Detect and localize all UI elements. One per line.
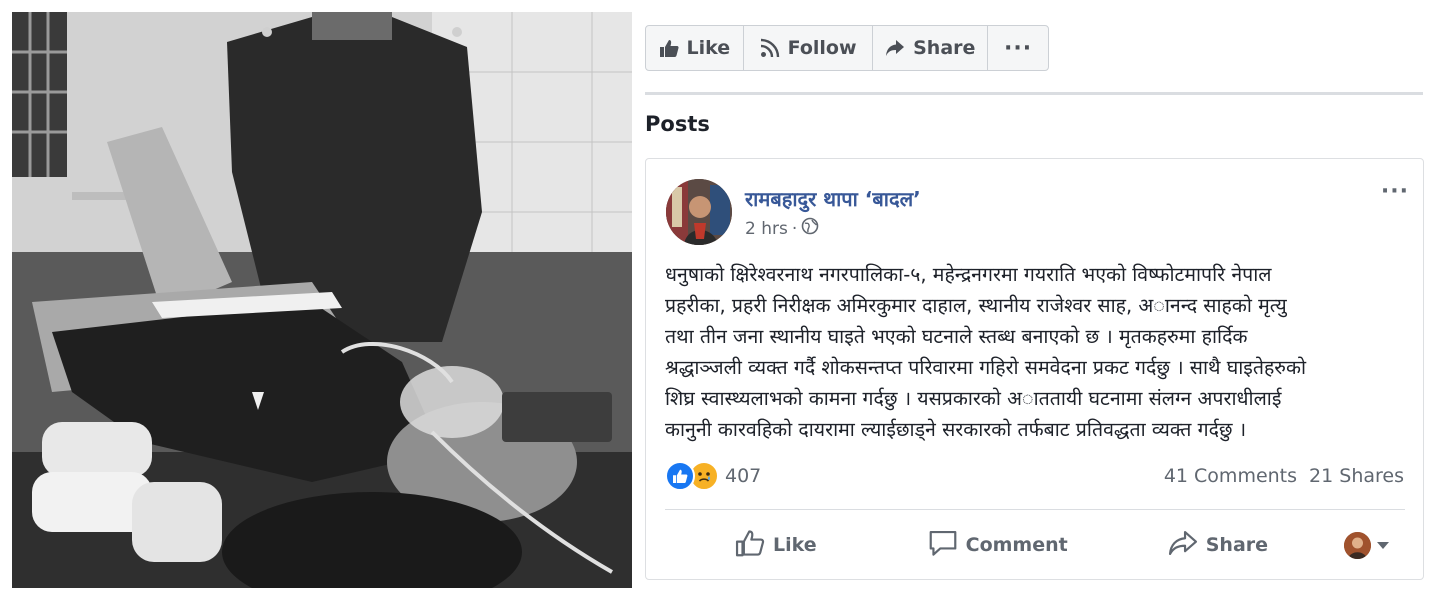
post-options-button[interactable]: ··· bbox=[1381, 179, 1409, 204]
share-arrow-icon bbox=[885, 39, 905, 57]
like-reaction-icon bbox=[665, 461, 695, 491]
post-meta: 2 hrs · bbox=[745, 217, 819, 240]
page-follow-button[interactable]: Follow bbox=[744, 26, 874, 70]
post-like-label: Like bbox=[773, 534, 817, 556]
more-dots-icon: ··· bbox=[1004, 35, 1033, 61]
post-timestamp[interactable]: 2 hrs bbox=[745, 219, 788, 239]
post-action-bar: Like Comment Share bbox=[665, 519, 1405, 571]
user-mini-avatar bbox=[1344, 531, 1371, 559]
thumbs-up-outline-icon bbox=[735, 529, 765, 562]
share-outline-icon bbox=[1168, 529, 1198, 562]
photo-illustration bbox=[12, 12, 632, 588]
comments-count-link[interactable]: 41 Comments bbox=[1164, 465, 1297, 487]
shares-count-link[interactable]: 21 Shares bbox=[1309, 465, 1404, 487]
page-share-label: Share bbox=[913, 37, 976, 59]
chevron-down-icon bbox=[1377, 541, 1389, 549]
post-author-name[interactable]: रामबहादुर थापा ‘बादल’ bbox=[745, 185, 921, 212]
page-action-bar: Like Follow Share ··· bbox=[645, 25, 1049, 71]
reaction-count: 407 bbox=[725, 465, 762, 487]
page-more-button[interactable]: ··· bbox=[988, 26, 1048, 70]
posts-heading: Posts bbox=[645, 112, 710, 136]
globe-icon bbox=[801, 217, 819, 240]
post-like-button[interactable]: Like bbox=[735, 529, 817, 562]
page-like-label: Like bbox=[686, 37, 731, 59]
rss-icon bbox=[760, 38, 780, 58]
comment-bubble-icon bbox=[928, 529, 958, 562]
thumbs-up-icon bbox=[659, 39, 679, 57]
post-share-label: Share bbox=[1205, 534, 1269, 556]
card-divider bbox=[665, 509, 1405, 510]
post-comment-label: Comment bbox=[965, 534, 1068, 556]
post-comment-button[interactable]: Comment bbox=[928, 529, 1068, 562]
section-divider bbox=[645, 92, 1423, 95]
post-text: धनुषाको क्षिरेश्वरनाथ नगरपालिका-५, महेन्… bbox=[665, 263, 1306, 441]
page-like-button[interactable]: Like bbox=[646, 26, 744, 70]
post-share-button[interactable]: Share bbox=[1168, 529, 1268, 562]
post-card: रामबहादुर थापा ‘बादल’ 2 hrs · ··· धनुषाक… bbox=[645, 158, 1424, 580]
engagement-counts: 41 Comments 21 Shares bbox=[1164, 465, 1404, 487]
audience-selector[interactable] bbox=[1344, 531, 1389, 559]
page-share-button[interactable]: Share bbox=[873, 26, 989, 70]
reaction-summary[interactable]: 407 bbox=[665, 461, 761, 491]
meta-separator: · bbox=[791, 218, 798, 239]
news-photo bbox=[12, 12, 632, 588]
author-avatar[interactable] bbox=[666, 179, 732, 245]
page-follow-label: Follow bbox=[787, 37, 857, 59]
